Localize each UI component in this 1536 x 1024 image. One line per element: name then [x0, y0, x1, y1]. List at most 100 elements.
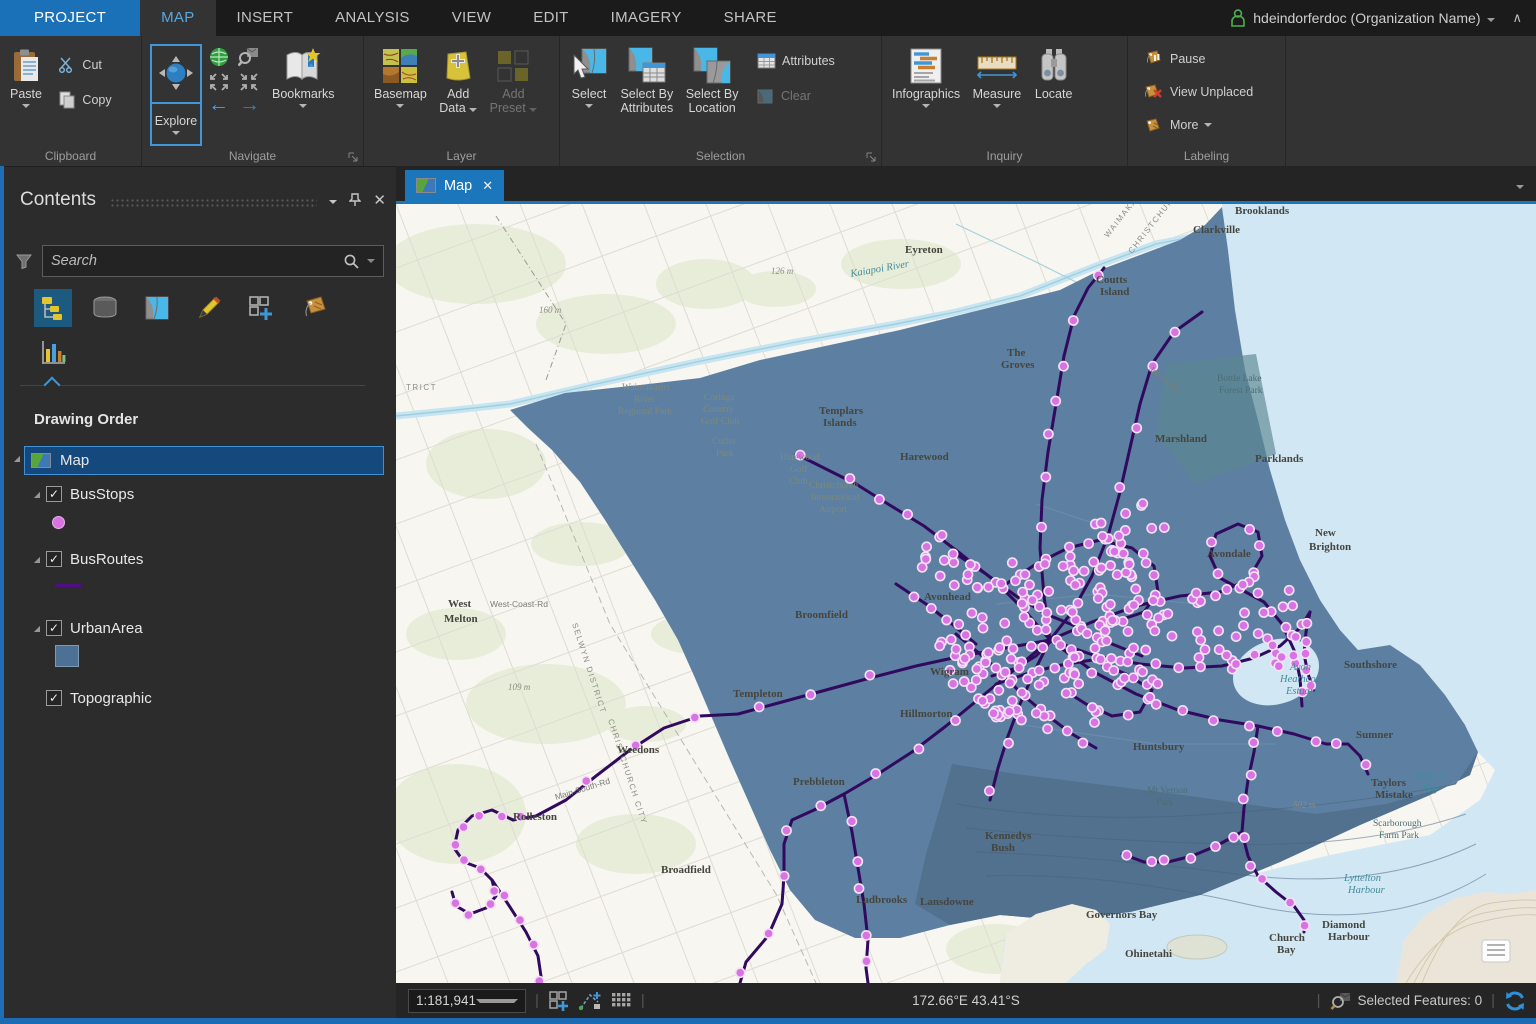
more-labeling-button[interactable]: More [1142, 112, 1279, 138]
tab-analysis[interactable]: ANALYSIS [314, 0, 431, 36]
copy-button[interactable]: Copy [58, 87, 111, 113]
attributes-button[interactable]: Attributes [757, 48, 835, 74]
cut-button[interactable]: Cut [58, 52, 111, 78]
filter-icon[interactable] [16, 254, 32, 269]
map-canvas[interactable]: EyretonClarkvilleCouttsIslandBrooklandsT… [396, 204, 1536, 983]
infographics-button[interactable]: Infographics [888, 42, 964, 111]
bus-stop-point [1074, 679, 1083, 688]
tab-group-chevron-icon[interactable] [44, 377, 61, 394]
tab-view[interactable]: VIEW [431, 0, 513, 36]
layer-row-map[interactable]: Map [24, 446, 384, 475]
topographic-checkbox[interactable]: ✓ [46, 690, 62, 706]
zoom-to-selection-icon[interactable] [238, 46, 260, 68]
urbanarea-label: UrbanArea [70, 620, 143, 637]
bus-stop-point [978, 613, 987, 622]
tab-list-by-snapping[interactable] [242, 289, 280, 327]
zoom-selection-status-icon[interactable] [1330, 991, 1352, 1011]
tab-charts[interactable] [34, 333, 72, 371]
locate-button[interactable]: Locate [1030, 42, 1078, 104]
bookmarks-button[interactable]: Bookmarks [268, 42, 339, 146]
busroutes-line-symbol[interactable] [55, 584, 81, 587]
bus-stop-point [1069, 566, 1078, 575]
close-map-tab-icon[interactable]: ✕ [482, 178, 493, 194]
basemap-button[interactable]: Basemap [370, 42, 431, 111]
tab-imagery[interactable]: IMAGERY [590, 0, 703, 36]
bus-stop-point [1160, 523, 1169, 532]
explore-button[interactable]: Explore [150, 44, 202, 146]
bus-stop-point [1102, 636, 1111, 645]
tab-list-by-labeling[interactable] [294, 289, 332, 327]
full-extent-icon[interactable] [208, 46, 230, 68]
pause-labeling-button[interactable]: Pause [1142, 46, 1279, 72]
map-label: Harris [1416, 771, 1445, 782]
measure-button[interactable]: Measure [969, 42, 1026, 111]
select-button[interactable]: Select [566, 42, 612, 111]
close-pane-icon[interactable]: ✕ [373, 191, 386, 209]
paste-button[interactable]: Paste [6, 42, 46, 111]
map-expander-icon[interactable]: ◢ [10, 454, 24, 463]
user-account[interactable]: hdeindorferdoc (Organization Name) ∧ [1230, 0, 1536, 36]
bus-stop-point [853, 857, 862, 866]
urbanarea-checkbox[interactable]: ✓ [46, 620, 62, 636]
urbanarea-fill-symbol[interactable] [55, 645, 79, 667]
bus-stop-point [1017, 715, 1026, 724]
tab-list-by-drawing-order[interactable] [34, 289, 72, 327]
bus-stop-point [1115, 483, 1124, 492]
bus-stop-point [1141, 645, 1150, 654]
bus-stop-point [984, 648, 993, 657]
selection-launcher-icon[interactable] [866, 152, 876, 162]
busstops-point-symbol[interactable] [52, 516, 65, 529]
layer-row-busstops[interactable]: ◢ ✓ BusStops [30, 481, 426, 507]
bus-stop-point [903, 510, 912, 519]
busstops-expander-icon[interactable]: ◢ [30, 490, 44, 499]
bus-stop-point [1240, 833, 1249, 842]
busroutes-expander-icon[interactable]: ◢ [30, 555, 44, 564]
next-extent-button[interactable]: → [239, 95, 260, 115]
busstops-checkbox[interactable]: ✓ [46, 486, 62, 502]
bus-stop-point [1250, 650, 1259, 659]
tab-share[interactable]: SHARE [703, 0, 798, 36]
fixed-zoom-out-icon[interactable] [238, 72, 260, 92]
bus-stop-point [1361, 760, 1370, 769]
previous-extent-button[interactable]: ← [208, 95, 229, 115]
busroutes-checkbox[interactable]: ✓ [46, 551, 62, 567]
user-caret-icon [1487, 18, 1495, 22]
bus-stop-point [529, 940, 538, 949]
map-label: 109 m [508, 682, 531, 692]
tab-edit[interactable]: EDIT [512, 0, 589, 36]
collapse-ribbon-icon[interactable]: ∧ [1512, 10, 1522, 26]
select-by-location-button[interactable]: Select ByLocation [682, 42, 743, 118]
bus-stop-point [476, 865, 485, 874]
tab-map[interactable]: MAP [140, 0, 215, 36]
search-input[interactable]: Search [42, 245, 384, 277]
layer-row-topographic[interactable]: ✓ Topographic [44, 685, 440, 711]
bus-stop-point [1025, 580, 1034, 589]
view-unplaced-button[interactable]: View Unplaced [1142, 79, 1279, 105]
map-label: Sumner [1356, 729, 1393, 741]
pin-icon[interactable] [349, 193, 361, 207]
search-icon[interactable] [344, 254, 359, 269]
bus-stop-point [1106, 561, 1115, 570]
tab-list-by-selection[interactable] [138, 289, 176, 327]
layer-row-busroutes[interactable]: ◢ ✓ BusRoutes [30, 546, 426, 572]
pane-menu-caret-icon[interactable] [329, 200, 337, 204]
tab-insert[interactable]: INSERT [216, 0, 315, 36]
select-by-attributes-button[interactable]: Select ByAttributes [616, 42, 677, 118]
add-data-button[interactable]: AddData [435, 42, 481, 118]
tab-project[interactable]: PROJECT [0, 0, 140, 36]
map-view-tab[interactable]: Map ✕ [405, 170, 504, 201]
bus-stop-point [1129, 673, 1138, 682]
view-tab-list-caret-icon[interactable] [1516, 185, 1524, 189]
navigate-launcher-icon[interactable] [348, 152, 358, 162]
map-attribution-icon[interactable] [1482, 940, 1510, 962]
refresh-icon[interactable] [1504, 990, 1526, 1012]
tab-list-by-data-source[interactable] [86, 289, 124, 327]
fixed-zoom-in-icon[interactable] [208, 72, 230, 92]
bus-stop-point [1147, 857, 1156, 866]
urbanarea-expander-icon[interactable]: ◢ [30, 624, 44, 633]
bus-stop-point [865, 671, 874, 680]
tab-list-by-editing[interactable] [190, 289, 228, 327]
layer-row-urbanarea[interactable]: ◢ ✓ UrbanArea [30, 615, 426, 641]
search-options-caret-icon[interactable] [367, 259, 375, 263]
pane-drag-handle[interactable] [110, 198, 317, 208]
